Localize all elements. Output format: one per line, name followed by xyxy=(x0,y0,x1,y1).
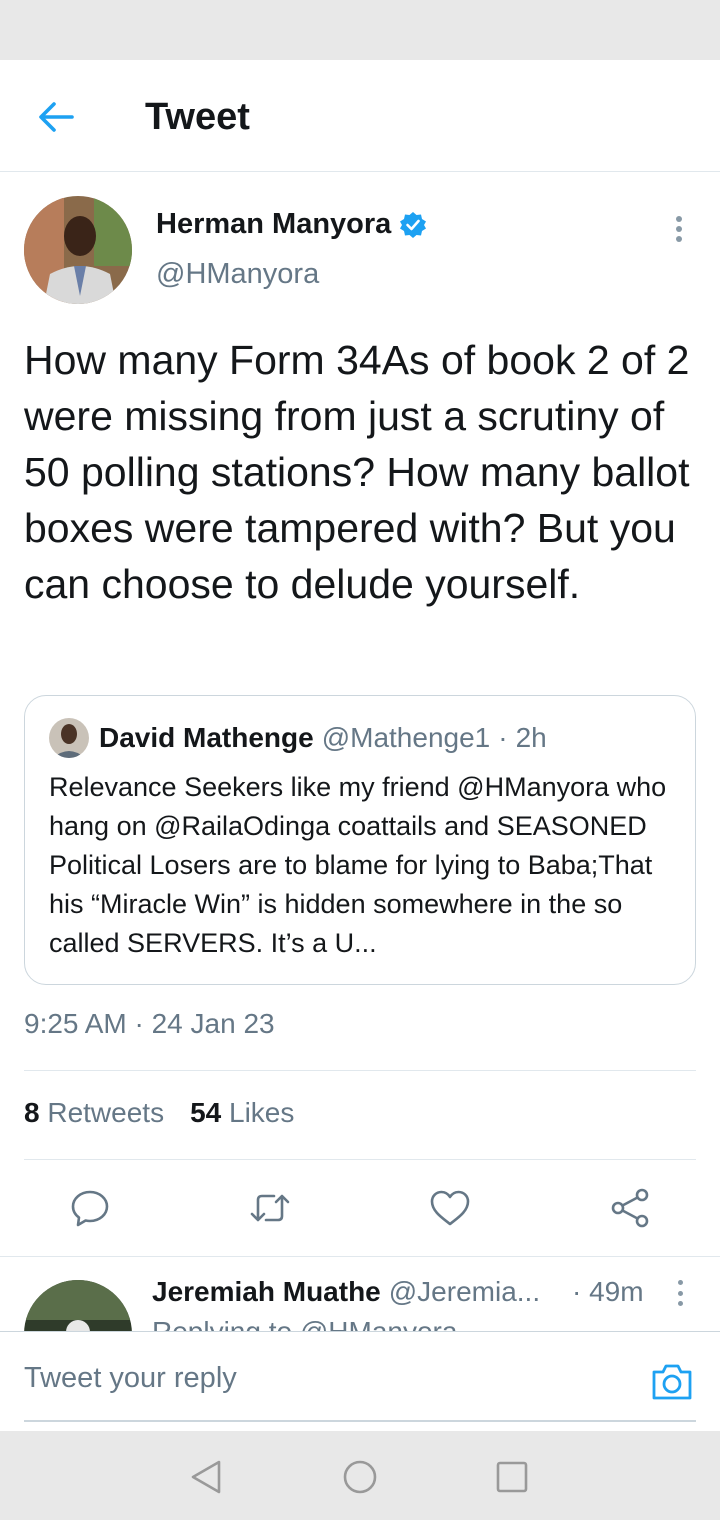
reply-time: · 49m xyxy=(572,1276,644,1307)
reply-author-handle: @Jeremia... xyxy=(388,1276,541,1307)
input-underline xyxy=(24,1420,696,1422)
quoted-author-handle: @Mathenge1 xyxy=(321,722,491,753)
nav-recents-button[interactable] xyxy=(492,1457,532,1497)
more-dot xyxy=(676,216,682,222)
reply-more-options-button[interactable] xyxy=(670,1280,690,1306)
quoted-author-avatar xyxy=(49,718,89,758)
share-icon xyxy=(611,1188,649,1228)
circle-home-icon xyxy=(343,1460,377,1494)
author-name[interactable]: Herman Manyora xyxy=(156,208,391,241)
quoted-tweet-card[interactable]: David Mathenge @Mathenge1 · 2h Relevance… xyxy=(24,695,696,985)
page-title: Tweet xyxy=(145,96,250,138)
more-dot xyxy=(677,1280,683,1285)
quoted-tweet-text: Relevance Seekers like my friend @HManyo… xyxy=(49,772,667,958)
retweet-icon xyxy=(250,1194,290,1222)
reply-button[interactable] xyxy=(66,1184,114,1232)
replying-to-text: Replying to @HManyora xyxy=(152,1318,457,1332)
retweets-label: Retweets xyxy=(47,1097,165,1128)
share-button[interactable] xyxy=(606,1184,654,1232)
quoted-tweet-time: 2h xyxy=(515,722,547,753)
square-recents-icon xyxy=(496,1461,528,1493)
tweet-timestamp: 9:25 AM · 24 Jan 23 xyxy=(24,1008,275,1039)
divider xyxy=(0,1256,720,1257)
author-name-row: Herman Manyora xyxy=(156,208,427,241)
retweet-button[interactable] xyxy=(246,1184,294,1232)
nav-back-button[interactable] xyxy=(186,1457,226,1497)
reply-icon xyxy=(71,1190,109,1227)
separator-dot: · xyxy=(498,722,508,753)
likes-count: 54 xyxy=(190,1097,222,1128)
more-dot xyxy=(676,226,682,232)
author-handle: @HManyora xyxy=(156,258,320,290)
verified-badge-icon xyxy=(400,211,427,238)
reply-compose-bar xyxy=(0,1331,720,1431)
arrow-left-icon xyxy=(39,102,74,132)
quoted-tweet-header: David Mathenge @Mathenge1 · 2h xyxy=(49,718,547,758)
system-navigation-bar xyxy=(0,1431,720,1520)
nav-home-button[interactable] xyxy=(340,1457,380,1497)
triangle-back-icon xyxy=(191,1460,221,1494)
status-bar xyxy=(0,0,720,60)
back-button[interactable] xyxy=(30,94,82,140)
like-button[interactable] xyxy=(426,1184,474,1232)
likes-label: Likes xyxy=(229,1097,295,1128)
divider xyxy=(24,1070,696,1071)
like-icon xyxy=(430,1190,470,1226)
reply-input[interactable] xyxy=(24,1362,624,1395)
likes-stat[interactable]: 54 Likes xyxy=(190,1097,294,1129)
more-options-button[interactable] xyxy=(664,212,694,246)
camera-button[interactable] xyxy=(650,1362,694,1402)
tweet-actions-bar xyxy=(0,1160,720,1256)
reply-header: Jeremiah Muathe @Jeremia... xyxy=(152,1276,540,1308)
tweet-text: How many Form 34As of book 2 of 2 were m… xyxy=(24,337,690,607)
more-dot xyxy=(676,236,682,242)
retweets-count: 8 xyxy=(24,1097,40,1128)
top-app-bar: Tweet xyxy=(0,60,720,172)
quoted-author-name: David Mathenge xyxy=(99,722,314,753)
reply-author-name[interactable]: Jeremiah Muathe xyxy=(152,1276,381,1308)
author-avatar[interactable] xyxy=(24,196,132,304)
more-dot xyxy=(677,1301,683,1306)
tweet-stats: 8 Retweets 54 Likes xyxy=(24,1097,294,1129)
retweets-stat[interactable]: 8 Retweets xyxy=(24,1097,164,1129)
camera-icon xyxy=(652,1364,692,1400)
more-dot xyxy=(677,1290,683,1296)
